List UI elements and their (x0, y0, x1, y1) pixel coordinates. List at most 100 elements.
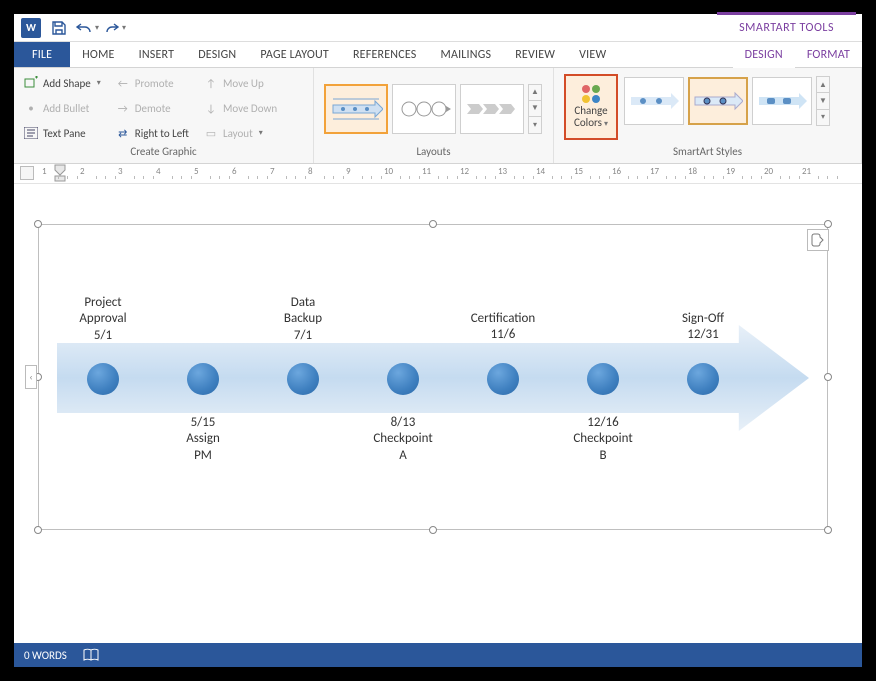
tab-selector[interactable] (20, 166, 34, 180)
contextual-tab-label: SMARTART TOOLS (729, 14, 844, 42)
scroll-more-icon[interactable]: ▾ (529, 117, 541, 132)
right-to-left-button[interactable]: ⇄Right to Left (112, 122, 192, 144)
timeline-dot[interactable] (687, 363, 719, 395)
add-bullet-icon: • (23, 100, 39, 116)
group-layouts: ▲ ▼ ▾ Layouts (314, 68, 554, 163)
undo-button[interactable]: ▾ (74, 16, 100, 40)
resize-handle[interactable] (429, 220, 437, 228)
add-bullet-button[interactable]: • Add Bullet (20, 97, 104, 119)
promote-button[interactable]: ←Promote (112, 72, 192, 94)
ruler-number: 2 (80, 166, 85, 177)
layout-option-1[interactable] (324, 84, 388, 134)
tab-review[interactable]: REVIEW (503, 42, 567, 67)
demote-icon: → (115, 100, 131, 116)
spellcheck-button[interactable] (83, 648, 99, 662)
save-icon (51, 20, 67, 36)
rtl-icon: ⇄ (115, 125, 131, 141)
smartart-graphic[interactable]: ProjectApproval5/15/15AssignPMDataBackup… (57, 243, 809, 511)
tab-page-layout[interactable]: PAGE LAYOUT (248, 42, 341, 67)
resize-handle[interactable] (429, 526, 437, 534)
style-thumb-icon (629, 91, 679, 111)
document-area[interactable]: ‹ ProjectApproval5/15/15AssignPMDataBack… (14, 184, 862, 643)
tab-references[interactable]: REFERENCES (341, 42, 429, 67)
move-down-button[interactable]: ↓Move Down (200, 97, 280, 119)
layout-option-2[interactable] (392, 84, 456, 134)
layouts-scroll[interactable]: ▲ ▼ ▾ (528, 84, 542, 134)
scroll-up-icon[interactable]: ▲ (817, 77, 829, 93)
resize-handle[interactable] (824, 526, 832, 534)
horizontal-ruler[interactable]: 123456789101112131415161718192021 (14, 164, 862, 184)
layout-options-icon (810, 233, 826, 247)
ruler-number: 4 (156, 166, 161, 177)
resize-handle[interactable] (34, 220, 42, 228)
move-up-button[interactable]: ↑Move Up (200, 72, 280, 94)
ruler-number: 7 (270, 166, 275, 177)
styles-scroll[interactable]: ▲ ▼ ▾ (816, 76, 830, 126)
tab-home[interactable]: HOME (70, 42, 126, 67)
resize-handle[interactable] (824, 220, 832, 228)
timeline-dot[interactable] (487, 363, 519, 395)
layout-icon: ▭ (203, 125, 219, 141)
ruler-number: 21 (802, 166, 811, 177)
tab-smartart-design[interactable]: DESIGN (733, 43, 795, 68)
ruler-number: 17 (650, 166, 659, 177)
timeline-dot[interactable] (187, 363, 219, 395)
scroll-more-icon[interactable]: ▾ (817, 110, 829, 125)
tab-view[interactable]: VIEW (567, 42, 618, 67)
timeline-label[interactable]: 12/16CheckpointB (548, 415, 658, 464)
tab-design[interactable]: DESIGN (186, 42, 248, 67)
resize-handle[interactable] (34, 526, 42, 534)
word-count[interactable]: 0 WORDS (24, 649, 67, 662)
timeline-label[interactable]: Certification11/6 (448, 311, 558, 344)
tab-file[interactable]: FILE (14, 42, 70, 67)
redo-button[interactable]: ▾ (102, 16, 128, 40)
scroll-down-icon[interactable]: ▼ (529, 101, 541, 117)
demote-button[interactable]: →Demote (112, 97, 192, 119)
layout-button[interactable]: ▭Layout▾ (200, 122, 280, 144)
text-pane-button[interactable]: Text Pane (20, 122, 104, 144)
timeline-label[interactable]: 5/15AssignPM (148, 415, 258, 464)
resize-handle[interactable] (824, 373, 832, 381)
timeline-dot[interactable] (587, 363, 619, 395)
ruler-number: 10 (384, 166, 393, 177)
timeline-dot[interactable] (287, 363, 319, 395)
scroll-down-icon[interactable]: ▼ (817, 93, 829, 109)
add-shape-icon (23, 75, 39, 91)
text-pane-icon (23, 125, 39, 141)
undo-icon (75, 21, 93, 35)
timeline-label[interactable]: ProjectApproval5/1 (48, 295, 158, 344)
ruler-number: 11 (422, 166, 431, 177)
tab-smartart-format[interactable]: FORMAT (795, 42, 862, 67)
ruler-number: 14 (536, 166, 545, 177)
timeline-label[interactable]: Sign-Off12/31 (648, 311, 758, 344)
add-shape-button[interactable]: Add Shape▾ (20, 72, 104, 94)
smartart-frame[interactable]: ‹ ProjectApproval5/15/15AssignPMDataBack… (38, 224, 828, 530)
app-icon[interactable]: W (18, 16, 44, 40)
style-option-3[interactable] (752, 77, 812, 125)
scroll-up-icon[interactable]: ▲ (529, 85, 541, 101)
ruler-number: 16 (612, 166, 621, 177)
textpane-toggle[interactable]: ‹ (25, 365, 37, 389)
change-colors-icon (582, 85, 600, 93)
save-button[interactable] (46, 16, 72, 40)
ribbon-tabs: FILE HOME INSERT DESIGN PAGE LAYOUT REFE… (14, 42, 862, 68)
redo-icon (104, 21, 120, 35)
layout-thumb-icon (329, 91, 383, 127)
timeline-label[interactable]: 8/13CheckpointA (348, 415, 458, 464)
tab-insert[interactable]: INSERT (127, 42, 187, 67)
layout-option-3[interactable] (460, 84, 524, 134)
title-bar: W ▾ ▾ SMARTART TOOLS (14, 14, 862, 42)
layout-options-button[interactable] (807, 229, 829, 251)
timeline-dot[interactable] (87, 363, 119, 395)
move-down-icon: ↓ (203, 100, 219, 116)
group-label: Layouts (320, 145, 547, 161)
group-label: SmartArt Styles (560, 145, 855, 161)
ruler-number: 18 (688, 166, 697, 177)
change-colors-button[interactable]: ChangeColors▾ (564, 74, 618, 140)
ribbon: Add Shape▾ • Add Bullet Text Pane ←Promo… (14, 68, 862, 164)
style-option-2[interactable] (688, 77, 748, 125)
tab-mailings[interactable]: MAILINGS (428, 42, 503, 67)
timeline-label[interactable]: DataBackup7/1 (248, 295, 358, 344)
timeline-dot[interactable] (387, 363, 419, 395)
style-option-1[interactable] (624, 77, 684, 125)
